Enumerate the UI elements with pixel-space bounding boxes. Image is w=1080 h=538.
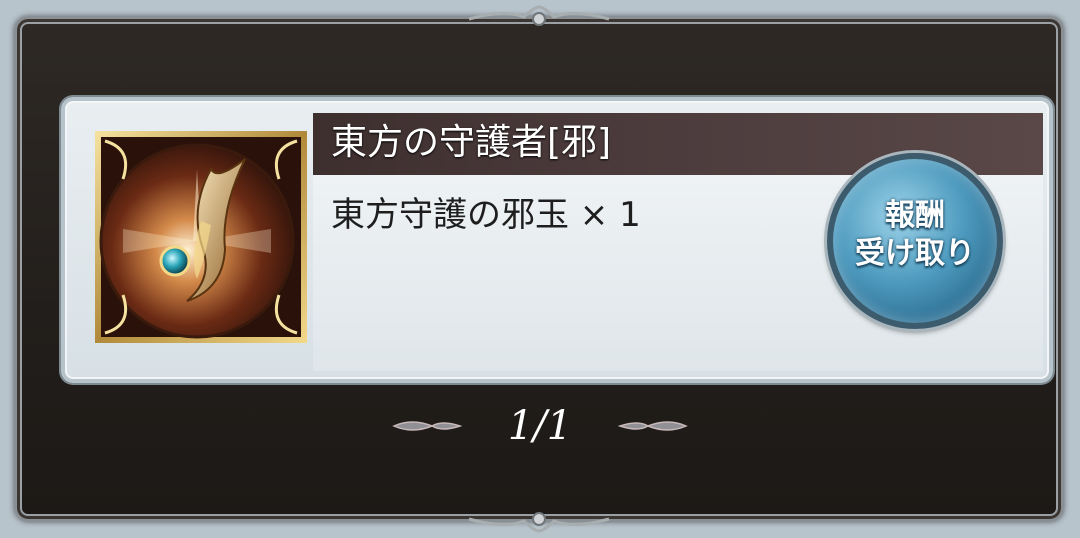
reward-card: 東方の守護者[邪] 東方守護の邪玉 × 1 報酬 受け取り bbox=[61, 97, 1053, 383]
reward-title: 東方の守護者[邪] bbox=[331, 122, 612, 163]
pager: 1/1 bbox=[0, 398, 1080, 458]
bottom-ornament-icon bbox=[468, 512, 610, 533]
claim-button-label-1: 報酬 bbox=[885, 198, 945, 233]
evil-orb-icon bbox=[95, 131, 307, 343]
top-ornament-icon bbox=[468, 5, 610, 26]
right-arrow-icon[interactable] bbox=[618, 414, 688, 438]
claim-button-label-2: 受け取り bbox=[855, 236, 975, 271]
claim-reward-button[interactable]: 報酬 受け取り bbox=[827, 153, 1003, 329]
page-indicator: 1/1 bbox=[507, 403, 573, 449]
left-arrow-icon[interactable] bbox=[392, 414, 462, 438]
reward-item-text: 東方守護の邪玉 × 1 bbox=[331, 195, 641, 235]
